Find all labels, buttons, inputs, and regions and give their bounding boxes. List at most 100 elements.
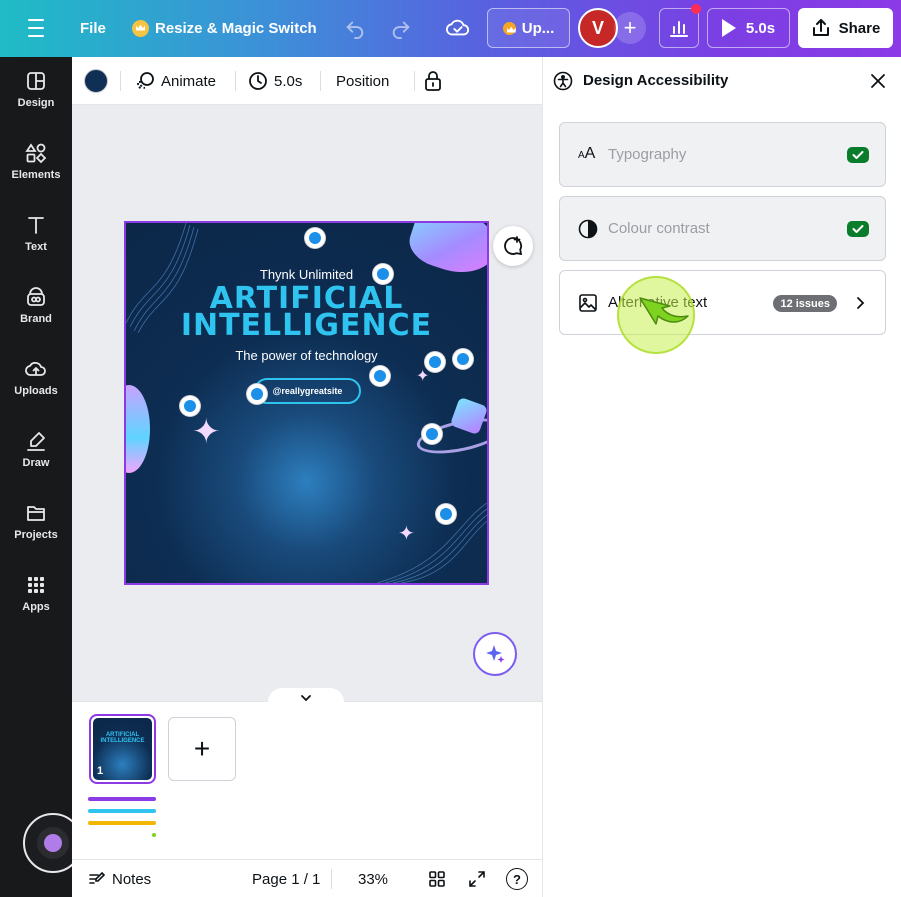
panel-title: Design Accessibility <box>583 72 729 89</box>
assistant-orb-icon <box>44 834 62 852</box>
accessibility-icon <box>553 71 573 91</box>
alt-text-issue-marker[interactable] <box>180 396 200 416</box>
page-thumbnail[interactable]: ARTIFICIAL INTELLIGENCE 1 <box>89 714 156 784</box>
chevron-right-icon <box>857 297 865 309</box>
sidebar-item-label: Draw <box>22 456 50 469</box>
design-title[interactable]: ARTIFICIAL INTELLIGENCE <box>126 284 487 343</box>
sidebar-item-label: Apps <box>22 600 50 613</box>
position-label: Position <box>336 72 390 90</box>
sidebar-item-elements[interactable]: Elements <box>0 129 72 193</box>
fullscreen-icon[interactable] <box>468 869 486 889</box>
sidebar-item-brand[interactable]: Brand <box>0 273 72 337</box>
colour-contrast-check[interactable]: Colour contrast <box>559 196 886 261</box>
collapse-pages-tab[interactable] <box>268 688 344 702</box>
sidebar-item-label: Elements <box>11 168 61 181</box>
alt-text-issue-marker[interactable] <box>453 349 473 369</box>
notes-icon <box>89 871 106 884</box>
page-number: 1 <box>97 765 104 777</box>
divider <box>235 71 236 91</box>
zoom-level[interactable]: 33% <box>358 869 388 889</box>
sidebar-item-label: Brand <box>20 312 52 325</box>
upgrade-label: Up... <box>521 19 555 37</box>
add-page-button[interactable]: + <box>168 717 236 781</box>
alt-text-issue-marker[interactable] <box>422 424 442 444</box>
avatar[interactable]: V <box>578 8 618 48</box>
left-sidebar: Design Elements Text Brand Uploads Draw … <box>0 57 72 897</box>
animate-icon <box>137 72 154 90</box>
close-icon[interactable] <box>870 73 886 89</box>
projects-icon <box>27 505 45 521</box>
add-collaborator-button[interactable]: + <box>614 12 646 44</box>
cloud-save-icon[interactable] <box>440 14 476 42</box>
magic-design-button[interactable] <box>473 632 517 676</box>
share-icon <box>812 19 829 36</box>
image-icon <box>579 294 597 312</box>
duration-button[interactable]: 5.0s <box>248 67 302 95</box>
menu-icon[interactable] <box>22 17 50 39</box>
check-passed-icon <box>847 221 869 237</box>
crown-icon <box>502 21 516 35</box>
sidebar-item-apps[interactable]: Apps <box>0 561 72 625</box>
elements-icon <box>25 142 47 163</box>
sidebar-item-text[interactable]: Text <box>0 201 72 265</box>
alt-text-issue-marker[interactable] <box>305 228 325 248</box>
design-page[interactable]: ✦ ✦ ✦ Thynk Unlimited ARTIFICIAL INTELLI… <box>124 221 489 585</box>
share-button[interactable]: Share <box>798 8 893 48</box>
grid-view-icon[interactable] <box>428 869 446 889</box>
animate-button[interactable]: Animate <box>135 67 216 95</box>
cursor-arrow-icon <box>639 297 689 325</box>
gradient-blob <box>126 385 150 473</box>
present-duration: 5.0s <box>745 19 776 37</box>
undo-icon[interactable] <box>338 14 372 42</box>
color-swatch-button[interactable] <box>84 69 108 93</box>
sparkle-icon: ✦ <box>398 523 415 545</box>
timeline-bar <box>88 809 156 813</box>
check-label: Typography <box>608 146 687 163</box>
divider <box>120 71 121 91</box>
text-icon <box>28 216 44 234</box>
position-button[interactable]: Position <box>336 67 389 95</box>
redo-icon[interactable] <box>384 14 418 42</box>
alt-text-issue-marker[interactable] <box>373 264 393 284</box>
sidebar-item-design[interactable]: Design <box>0 57 72 121</box>
sidebar-item-draw[interactable]: Draw <box>0 417 72 481</box>
sparkle-icon: ✦ <box>192 413 221 451</box>
page-thumbnail-preview: ARTIFICIAL INTELLIGENCE 1 <box>93 718 152 780</box>
brand-icon <box>27 286 45 306</box>
alternative-text-check[interactable]: Alternative text 12 issues <box>559 270 886 335</box>
notes-button[interactable]: Notes <box>88 869 151 889</box>
file-menu-button[interactable]: File <box>72 14 114 42</box>
resize-magic-switch-button[interactable]: Resize & Magic Switch <box>126 14 323 42</box>
alt-text-issue-marker[interactable] <box>247 384 267 404</box>
sidebar-item-uploads[interactable]: Uploads <box>0 345 72 409</box>
typography-check[interactable]: AA Typography <box>559 122 886 187</box>
design-title-line: INTELLIGENCE <box>180 308 433 343</box>
uploads-icon <box>25 361 46 376</box>
context-toolbar: Animate 5.0s Position <box>72 57 542 105</box>
duration-label: 5.0s <box>274 72 303 90</box>
lock-icon[interactable] <box>424 67 442 95</box>
decorative-lines <box>377 503 487 583</box>
upgrade-button[interactable]: Up... <box>487 8 570 48</box>
play-icon <box>721 19 736 37</box>
add-comment-button[interactable] <box>493 226 533 266</box>
draw-icon <box>27 431 45 451</box>
alt-text-issue-marker[interactable] <box>425 352 445 372</box>
contrast-icon <box>578 219 598 239</box>
design-website-pill[interactable]: @reallygreatsite <box>254 378 361 404</box>
divider <box>414 71 415 91</box>
design-brand-text[interactable]: Thynk Unlimited <box>126 267 487 282</box>
sidebar-item-projects[interactable]: Projects <box>0 489 72 553</box>
page-indicator[interactable]: Page 1 / 1 <box>252 869 320 889</box>
help-button[interactable]: ? <box>506 868 528 890</box>
present-button[interactable]: 5.0s <box>707 8 790 48</box>
alt-text-issue-marker[interactable] <box>370 366 390 386</box>
crown-icon <box>132 19 149 37</box>
insights-icon[interactable] <box>659 8 699 48</box>
magic-sparkle-icon <box>486 645 505 663</box>
apps-icon <box>28 576 44 593</box>
notification-dot <box>691 4 701 14</box>
alt-text-issue-marker[interactable] <box>436 504 456 524</box>
timeline-bar <box>88 797 156 801</box>
chevron-down-icon <box>301 695 311 702</box>
